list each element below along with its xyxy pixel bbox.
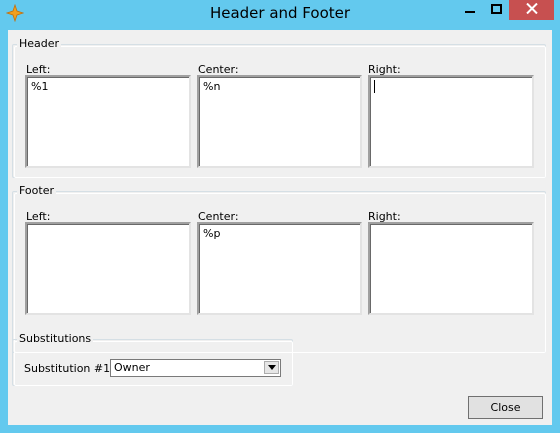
header-center-field[interactable]: %n: [197, 75, 362, 168]
close-button-label: Close: [490, 401, 521, 414]
maximize-icon: [490, 3, 502, 17]
maximize-button[interactable]: [483, 0, 509, 20]
header-group-label: Header: [17, 37, 62, 51]
close-window-button[interactable]: [509, 0, 554, 20]
substitution-1-label: Substitution #1:: [24, 362, 114, 375]
dropdown-arrow-icon[interactable]: [264, 361, 279, 374]
header-left-field[interactable]: %1: [25, 75, 191, 168]
dialog-client-area: Header Left: Center: Right: %1 %n Footer…: [8, 30, 552, 425]
footer-center-field[interactable]: %p: [197, 222, 362, 315]
substitution-1-value: Owner: [114, 361, 150, 374]
footer-right-field[interactable]: [368, 222, 534, 315]
substitution-1-select[interactable]: Owner: [110, 359, 281, 377]
close-icon: [525, 2, 538, 17]
footer-left-field[interactable]: [25, 222, 191, 315]
title-bar[interactable]: Header and Footer: [0, 0, 560, 30]
dialog-window: Header and Footer Header Left: Center: R…: [0, 0, 560, 433]
footer-group-label: Footer: [17, 184, 56, 198]
substitutions-group-label: Substitutions: [17, 332, 94, 346]
minimize-button[interactable]: [456, 0, 483, 20]
minimize-icon: [464, 4, 475, 17]
close-button[interactable]: Close: [468, 396, 543, 419]
text-caret: [374, 80, 375, 93]
header-right-field[interactable]: [368, 75, 534, 168]
